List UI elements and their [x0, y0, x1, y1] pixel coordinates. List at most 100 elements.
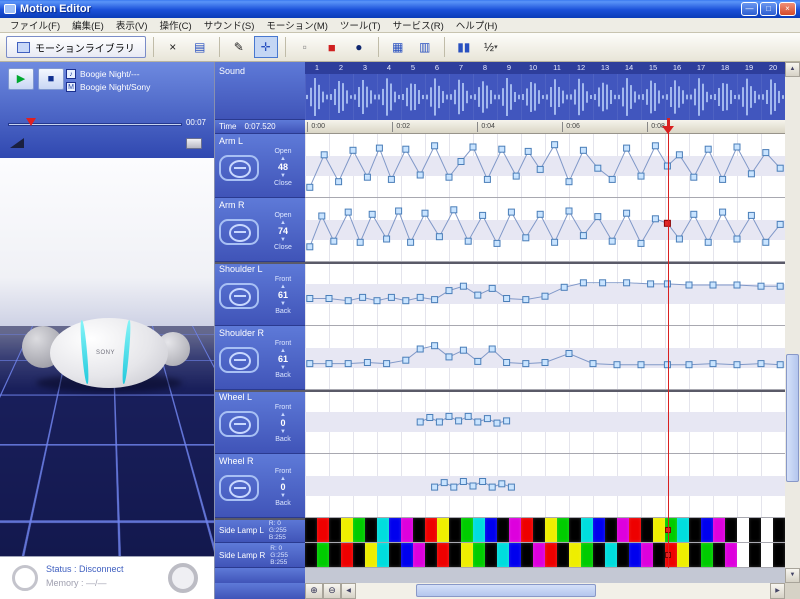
lamp-color-segment[interactable]	[605, 518, 617, 542]
lane-arm-l[interactable]	[305, 134, 785, 198]
play-button[interactable]: ▶	[8, 68, 34, 90]
keyframe[interactable]	[566, 208, 572, 214]
keyframe[interactable]	[396, 208, 402, 214]
keyframe[interactable]	[446, 413, 452, 419]
lamp-color-segment[interactable]	[689, 543, 701, 567]
lamp-color-segment[interactable]	[761, 543, 773, 567]
keyframe[interactable]	[600, 280, 606, 286]
keyframe[interactable]	[542, 360, 548, 366]
lamp-color-segment[interactable]	[593, 543, 605, 567]
keyframe[interactable]	[705, 146, 711, 152]
decrement-arrow-icon[interactable]: ▼	[280, 236, 286, 244]
keyframe[interactable]	[417, 346, 423, 352]
lamp-color-segment[interactable]	[557, 543, 569, 567]
3d-viewport[interactable]: SONY	[0, 158, 214, 556]
lane-wheel-r[interactable]	[305, 454, 785, 518]
keyframe[interactable]	[537, 166, 543, 172]
lamp-color-segment[interactable]	[413, 518, 425, 542]
lamp-color-segment[interactable]	[617, 518, 629, 542]
lamp-color-segment[interactable]	[689, 518, 701, 542]
keyframe[interactable]	[614, 362, 620, 368]
lamp-color-segment[interactable]	[497, 543, 509, 567]
keyframe[interactable]	[345, 209, 351, 215]
decrement-arrow-icon[interactable]: ▼	[280, 364, 286, 372]
keyframe[interactable]	[446, 354, 452, 360]
scroll-right-arrow-icon[interactable]: ▶	[770, 583, 785, 599]
keyframe[interactable]	[748, 212, 754, 218]
lamp-color-segment[interactable]	[557, 518, 569, 542]
pencil-tool-button[interactable]: ✎	[227, 36, 251, 58]
keyframe[interactable]	[552, 142, 558, 148]
lane-shoulder-r[interactable]	[305, 326, 785, 390]
lamp-color-segment[interactable]	[713, 518, 725, 542]
keyframe[interactable]	[480, 479, 486, 485]
swatch-tool-button[interactable]: ▫	[293, 36, 317, 58]
lamp-color-segment[interactable]	[305, 543, 317, 567]
decrement-arrow-icon[interactable]: ▼	[280, 492, 286, 500]
menu-item[interactable]: 表示(V)	[110, 18, 154, 32]
lamp-color-segment[interactable]	[473, 543, 485, 567]
lamp-color-segment[interactable]	[605, 543, 617, 567]
keyframe[interactable]	[451, 484, 457, 490]
maximize-button[interactable]: □	[760, 2, 777, 16]
decrement-arrow-icon[interactable]: ▼	[280, 428, 286, 436]
keyframe[interactable]	[523, 235, 529, 241]
lamp-color-segment[interactable]	[593, 518, 605, 542]
keyframe[interactable]	[566, 351, 572, 357]
keyframe[interactable]	[489, 346, 495, 352]
lamp-color-segment[interactable]	[425, 518, 437, 542]
lamp-color-segment[interactable]	[449, 543, 461, 567]
keyframe[interactable]	[456, 418, 462, 424]
keyframe[interactable]	[460, 479, 466, 485]
menu-item[interactable]: 編集(E)	[66, 18, 110, 32]
keyframe[interactable]	[763, 239, 769, 245]
lamp-color-segment[interactable]	[581, 543, 593, 567]
lamp-color-segment[interactable]	[749, 543, 761, 567]
keyframe[interactable]	[523, 297, 529, 303]
keyframe[interactable]	[499, 481, 505, 487]
keyframe[interactable]	[686, 362, 692, 368]
horizontal-scroll-thumb[interactable]	[416, 584, 596, 597]
move-tool-button[interactable]: ✛	[254, 36, 278, 58]
keyframe[interactable]	[432, 143, 438, 149]
keyframe[interactable]	[720, 176, 726, 182]
lamp-color-segment[interactable]	[773, 518, 785, 542]
keyframe[interactable]	[624, 280, 630, 286]
keyframe[interactable]	[470, 483, 476, 489]
keyframe[interactable]	[388, 176, 394, 182]
keyframe[interactable]	[432, 297, 438, 303]
lamp-color-segment[interactable]	[425, 543, 437, 567]
lamp-color-segment[interactable]	[545, 543, 557, 567]
scroll-down-arrow-icon[interactable]: ▼	[785, 568, 800, 583]
keyframe[interactable]	[451, 207, 457, 213]
keyframe[interactable]	[494, 420, 500, 426]
lamp-color-segment[interactable]	[761, 518, 773, 542]
half-step-tool-button[interactable]: ½▾	[479, 36, 503, 58]
lamp-color-segment[interactable]	[509, 518, 521, 542]
lamp-color-segment[interactable]	[353, 543, 365, 567]
keyframe[interactable]	[691, 211, 697, 217]
lamp-color-segment[interactable]	[533, 543, 545, 567]
keyframe[interactable]	[441, 480, 447, 486]
lamp-color-segment[interactable]	[569, 543, 581, 567]
keyframe[interactable]	[319, 213, 325, 219]
playlist-item[interactable]: M Boogie Night/Sony	[66, 80, 210, 93]
record-tool-button[interactable]: ■	[320, 36, 344, 58]
keyframe[interactable]	[652, 143, 658, 149]
keyframe[interactable]	[475, 358, 481, 364]
keyframe[interactable]	[376, 145, 382, 151]
keyframe[interactable]	[580, 280, 586, 286]
keyframe[interactable]	[595, 165, 601, 171]
keyframe[interactable]	[748, 171, 754, 177]
keyframe[interactable]	[763, 150, 769, 156]
lamp-color-segment[interactable]	[629, 543, 641, 567]
lamp-color-segment[interactable]	[725, 543, 737, 567]
output-device-icon[interactable]	[186, 138, 202, 149]
lamp-color-segment[interactable]	[353, 518, 365, 542]
keyframe[interactable]	[734, 144, 740, 150]
lamp-color-segment[interactable]	[437, 543, 449, 567]
stop-button[interactable]: ■	[38, 68, 64, 90]
keyframe[interactable]	[326, 361, 332, 367]
keyframe[interactable]	[408, 239, 414, 245]
keyframe[interactable]	[609, 176, 615, 182]
